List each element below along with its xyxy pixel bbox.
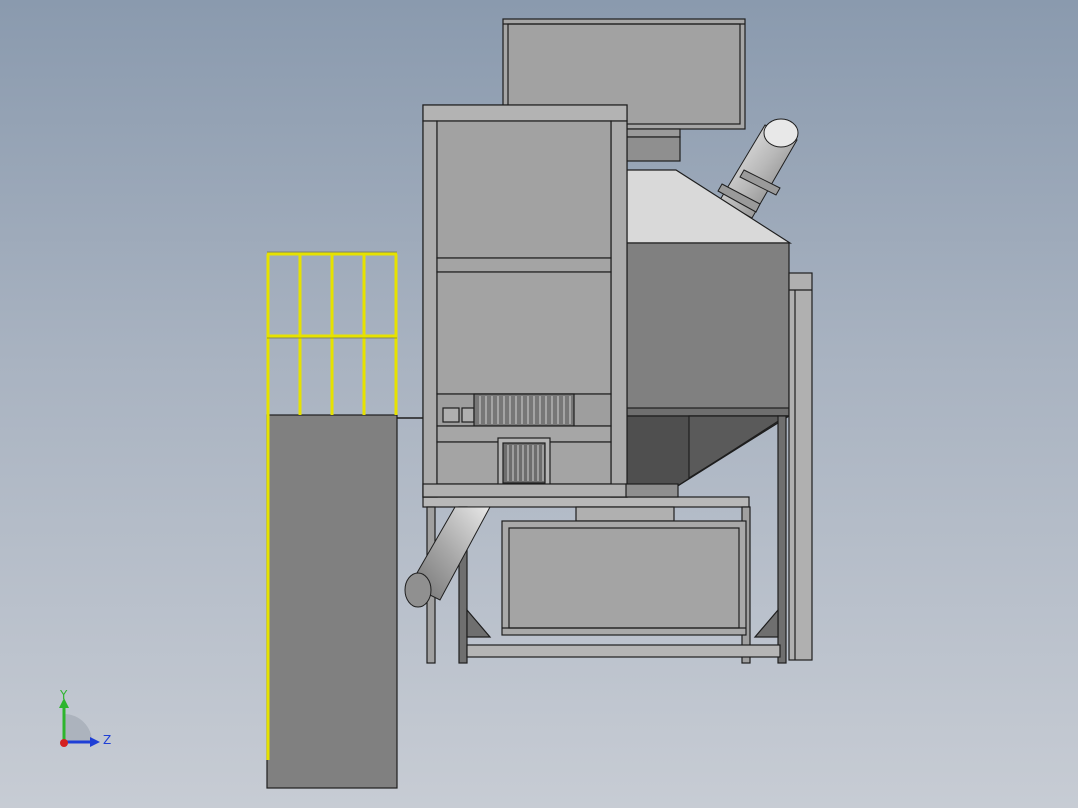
y-axis-label: Y bbox=[59, 688, 68, 702]
cad-viewport[interactable]: Y Z bbox=[0, 0, 1078, 808]
equipment-model-view[interactable] bbox=[0, 0, 1078, 808]
triad-arc bbox=[64, 714, 92, 742]
z-axis-label: Z bbox=[103, 733, 111, 747]
x-axis-dot bbox=[60, 739, 68, 747]
coordinate-triad: Y Z bbox=[59, 688, 111, 747]
left-tower bbox=[266, 414, 398, 789]
inlet-pipe-lower bbox=[404, 506, 491, 608]
z-axis-head bbox=[90, 737, 100, 747]
exhaust-pipe-upper bbox=[717, 118, 799, 219]
